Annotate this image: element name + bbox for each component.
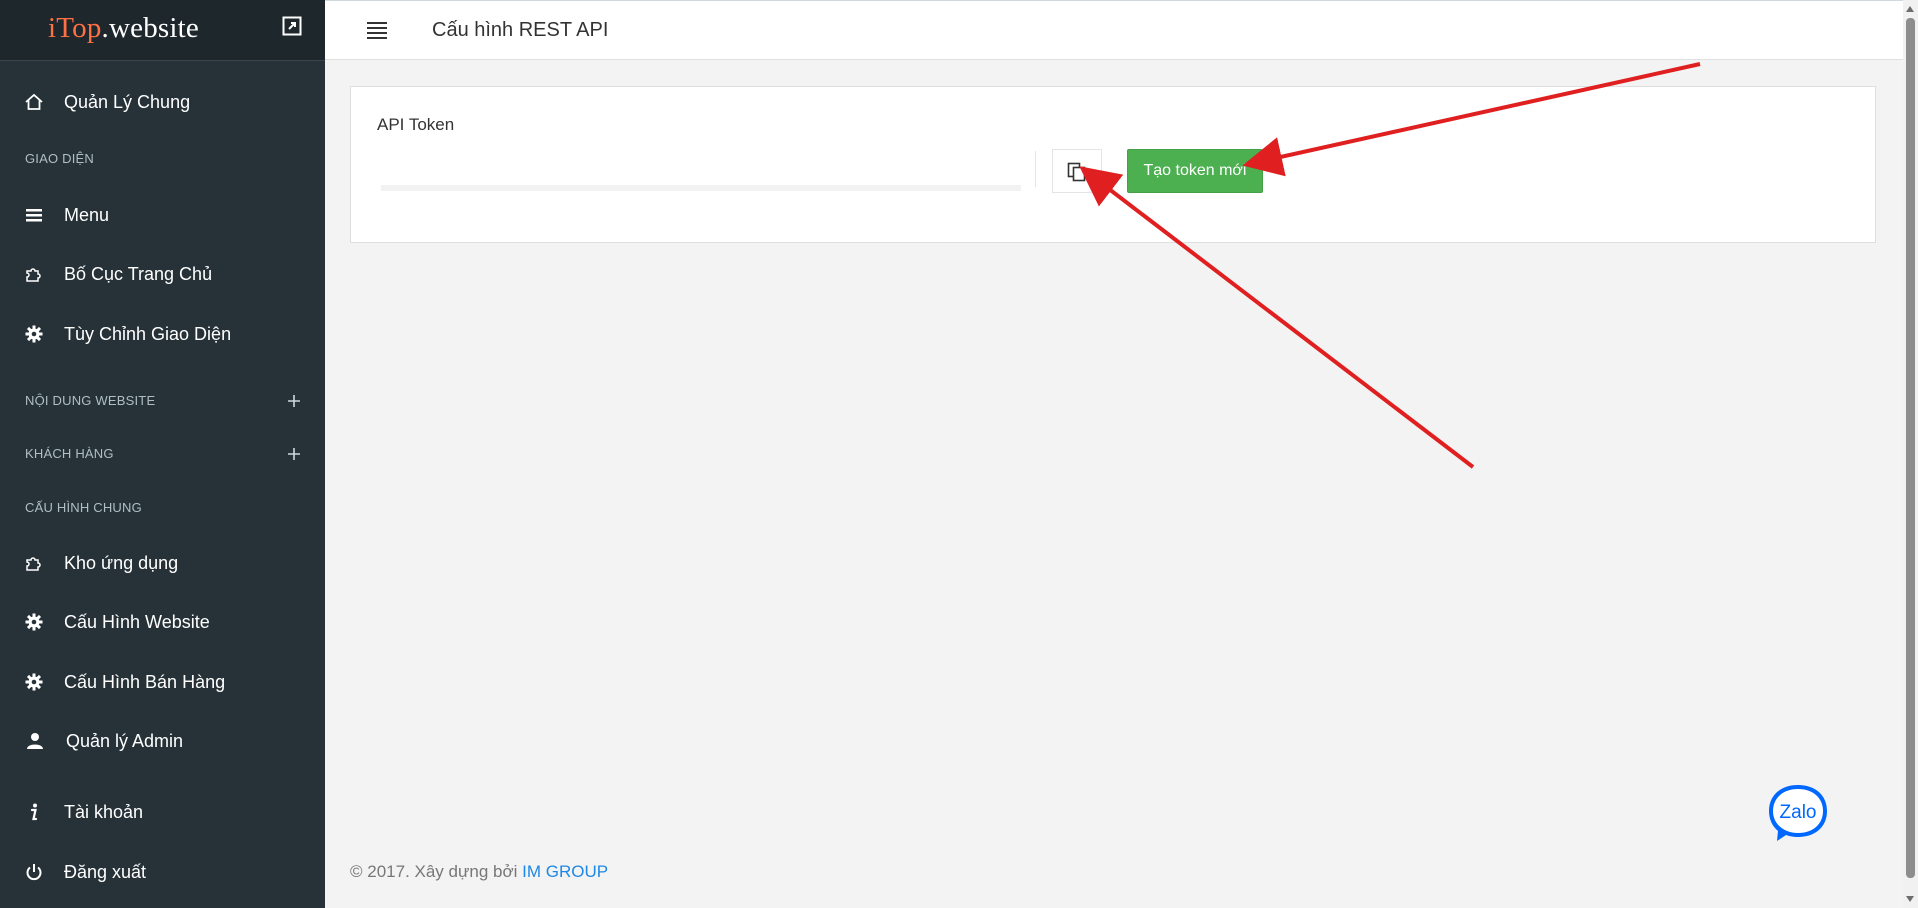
arrow-to-new-token-button (1242, 62, 1701, 177)
arrow-to-copy-button (1079, 166, 1475, 469)
annotation-arrows (1079, 62, 1701, 469)
